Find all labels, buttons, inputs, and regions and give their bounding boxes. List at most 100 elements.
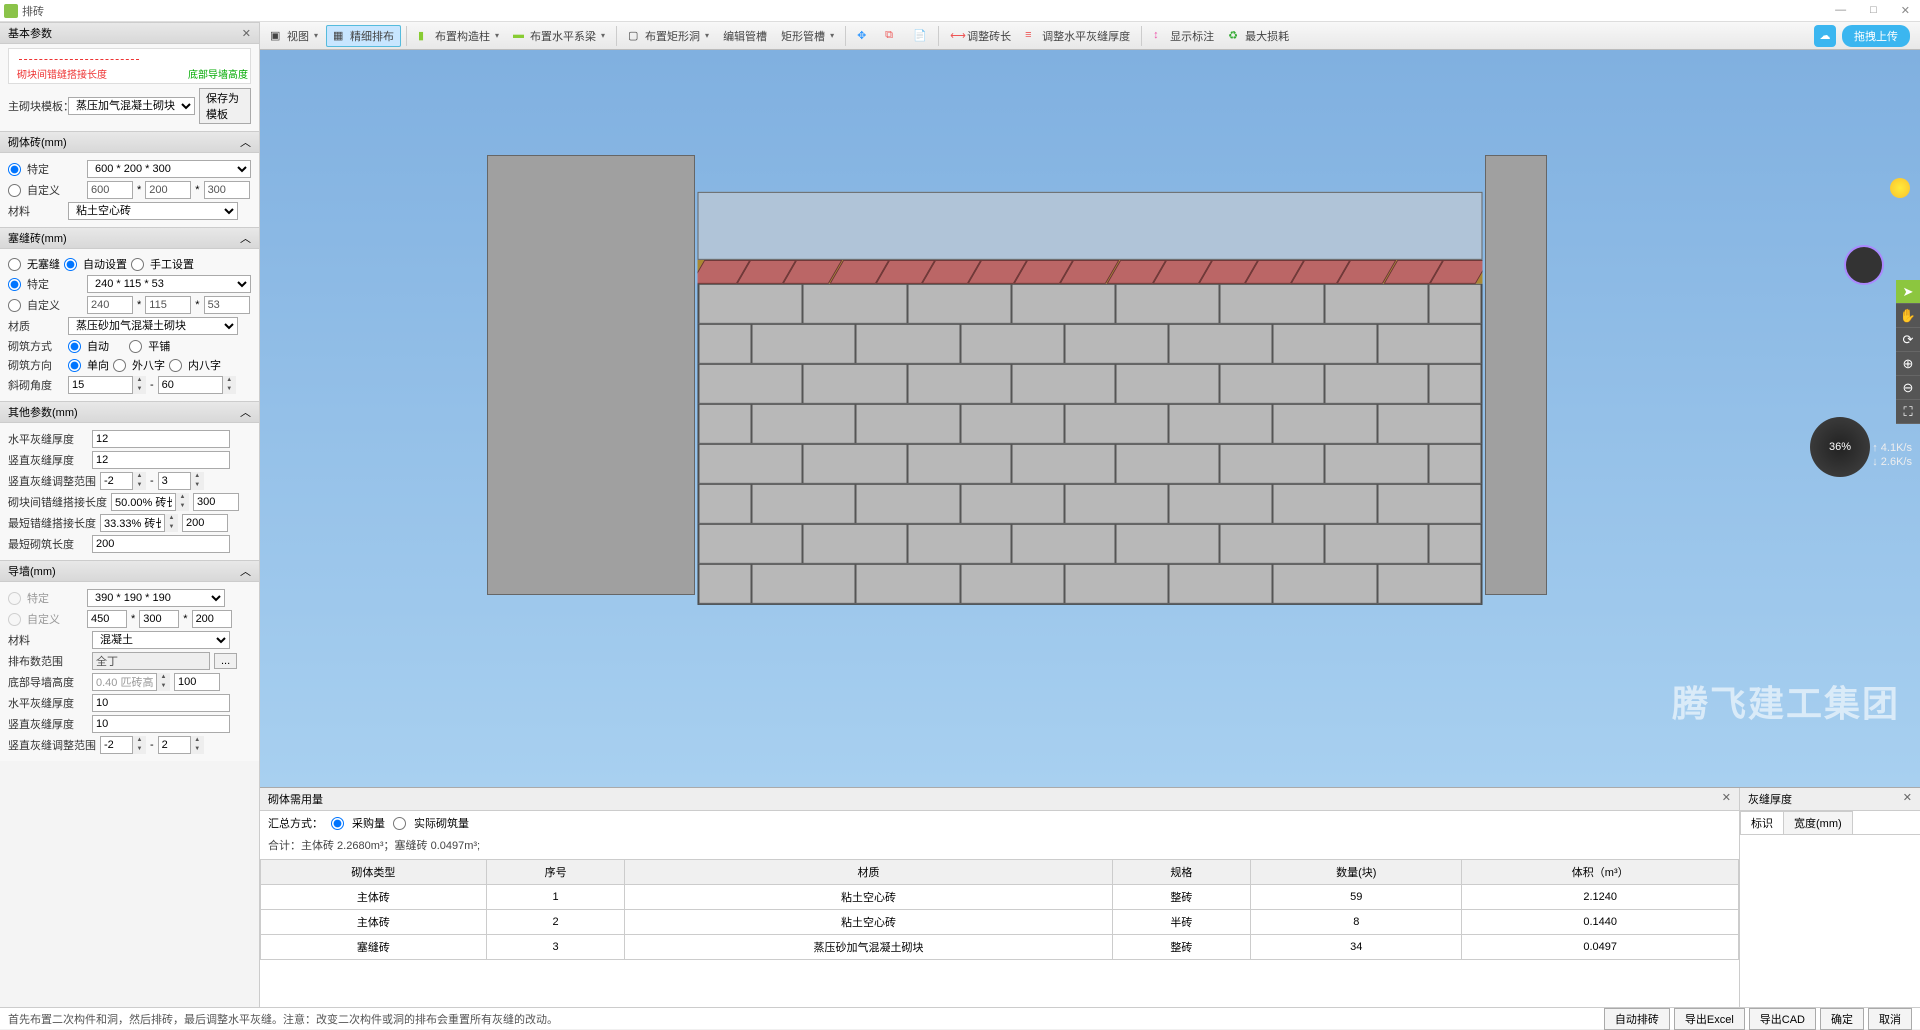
fill-specific-select[interactable]: 240 * 115 * 53	[87, 275, 251, 293]
guide-layout-browse[interactable]: ...	[214, 653, 237, 669]
fit-tool[interactable]: ⛶	[1896, 400, 1920, 424]
brick-h-input[interactable]	[145, 181, 191, 199]
show-mark-button[interactable]: ↕显示标注	[1147, 26, 1220, 46]
fill-w-input[interactable]	[87, 296, 133, 314]
vjoint-input[interactable]	[92, 451, 230, 469]
sum-buy-radio[interactable]	[331, 817, 344, 830]
total-line: 合计：主体砖 2.2680m³；塞缝砖 0.0497m³;	[260, 835, 1739, 855]
guide-h-input[interactable]	[139, 610, 179, 628]
document-icon: 📄	[913, 29, 927, 43]
guide-hjoint-input[interactable]	[92, 694, 230, 712]
meth-flat-radio[interactable]	[129, 340, 142, 353]
cancel-button[interactable]: 取消	[1868, 1008, 1912, 1030]
guide-bottomh-v[interactable]	[174, 673, 220, 691]
section-other-title: 其他参数(mm)	[8, 404, 78, 420]
main-template-select[interactable]: 蒸压加气混凝土砌块	[68, 97, 195, 115]
guide-w-input[interactable]	[87, 610, 127, 628]
pan-tool[interactable]: ✋	[1896, 304, 1920, 328]
brick-custom-radio[interactable]	[8, 184, 21, 197]
fill-h-input[interactable]	[145, 296, 191, 314]
hjoint-input[interactable]	[92, 430, 230, 448]
view-button[interactable]: ▣视图▾	[264, 26, 324, 46]
adjust-hjoint-button[interactable]: ≡调整水平灰缝厚度	[1019, 26, 1136, 46]
fine-layout-button[interactable]: ▦精细排布	[326, 25, 401, 47]
zoom-out-tool[interactable]: ⊖	[1896, 376, 1920, 400]
fill-custom-radio[interactable]	[8, 299, 21, 312]
pointer-tool[interactable]: ➤	[1896, 280, 1920, 304]
export-excel-button[interactable]: 导出Excel	[1674, 1008, 1745, 1030]
mark-icon: ↕	[1153, 29, 1167, 43]
section-basic-header[interactable]: 基本参数 ✕	[0, 22, 259, 44]
guide-d-input[interactable]	[192, 610, 232, 628]
copy-button[interactable]: ⧉	[879, 27, 905, 45]
section-other-header[interactable]: 其他参数(mm) ︿	[0, 401, 259, 423]
layout-rectopen-button[interactable]: ▢布置矩形洞▾	[622, 26, 715, 46]
save-template-button[interactable]: 保存为模板	[199, 88, 251, 124]
guide-material-select[interactable]: 混凝土	[92, 631, 230, 649]
fill-auto-label: 自动设置	[83, 256, 127, 272]
ok-button[interactable]: 确定	[1820, 1008, 1864, 1030]
bulb-icon	[1890, 178, 1910, 198]
move-button[interactable]: ✥	[851, 27, 877, 45]
table-row[interactable]: 主体砖1粘土空心砖整砖592.1240	[261, 885, 1739, 910]
window-maximize-button[interactable]: □	[1864, 4, 1883, 17]
guide-custom-radio[interactable]	[8, 613, 21, 626]
guide-vjoint-input[interactable]	[92, 715, 230, 733]
minoverlap-v-input[interactable]	[182, 514, 228, 532]
zoom-in-tool[interactable]: ⊕	[1896, 352, 1920, 376]
upload-button[interactable]: 拖拽上传	[1842, 25, 1910, 47]
fill-d-input[interactable]	[204, 296, 250, 314]
layout-column-button[interactable]: ▮布置构造柱▾	[412, 26, 505, 46]
cloud-button[interactable]: ☁	[1814, 25, 1836, 47]
meth-auto-label: 自动	[87, 338, 109, 354]
dir-in8-label: 内八字	[188, 357, 221, 373]
meth-auto-radio[interactable]	[68, 340, 81, 353]
net-labels: ↑ 4.1K/s↓ 2.6K/s	[1872, 441, 1912, 469]
rotate-tool[interactable]: ⟳	[1896, 328, 1920, 352]
table-row[interactable]: 主体砖2粘土空心砖半砖80.1440	[261, 910, 1739, 935]
brick-specific-select[interactable]: 600 * 200 * 300	[87, 160, 251, 178]
brick-specific-radio[interactable]	[8, 163, 21, 176]
delete-button[interactable]: 📄	[907, 27, 933, 45]
adjust-bricklen-button[interactable]: ⟷调整砖长	[944, 26, 1017, 46]
dir-in8-radio[interactable]	[169, 359, 182, 372]
minbuild-input[interactable]	[92, 535, 230, 553]
window-minimize-button[interactable]: —	[1829, 4, 1852, 17]
edit-tube-button[interactable]: 编辑管槽	[717, 26, 773, 46]
fill-auto-radio[interactable]	[64, 258, 77, 271]
cpu-gauge: 36%	[1810, 417, 1870, 477]
sum-method-label: 汇总方式：	[268, 815, 323, 831]
fill-specific-radio[interactable]	[8, 278, 21, 291]
chevron-up-icon: ︿	[240, 230, 251, 246]
rect-tube-button[interactable]: 矩形管槽▾	[775, 26, 840, 46]
fill-material-select[interactable]: 蒸压砂加气混凝土砌块	[68, 317, 238, 335]
section-fill-header[interactable]: 塞缝砖(mm) ︿	[0, 227, 259, 249]
brick-material-select[interactable]: 粘土空心砖	[68, 202, 238, 220]
fill-manual-radio[interactable]	[131, 258, 144, 271]
fill-none-radio[interactable]	[8, 258, 21, 271]
dir-out8-radio[interactable]	[113, 359, 126, 372]
sum-actual-radio[interactable]	[393, 817, 406, 830]
section-brick-header[interactable]: 砌体砖(mm) ︿	[0, 131, 259, 153]
minoverlap-label: 最短错缝搭接长度	[8, 515, 96, 531]
dir-single-radio[interactable]	[68, 359, 81, 372]
brick-w-input[interactable]	[87, 181, 133, 199]
close-icon[interactable]: ✕	[242, 27, 251, 40]
brick-d-input[interactable]	[204, 181, 250, 199]
max-waste-button[interactable]: ♻最大损耗	[1222, 26, 1295, 46]
section-guide-header[interactable]: 导墙(mm) ︿	[0, 560, 259, 582]
overlap-v-input[interactable]	[193, 493, 239, 511]
window-close-button[interactable]: ✕	[1895, 4, 1916, 17]
tab-width[interactable]: 宽度(mm)	[1783, 811, 1853, 834]
close-icon[interactable]: ✕	[1903, 791, 1912, 807]
guide-specific-select[interactable]: 390 * 190 * 190	[87, 589, 225, 607]
auto-layout-button[interactable]: 自动排砖	[1604, 1008, 1670, 1030]
layout-hbeam-button[interactable]: ▬布置水平系梁▾	[507, 26, 611, 46]
table-row[interactable]: 塞缝砖3蒸压砂加气混凝土砌块整砖340.0497	[261, 935, 1739, 960]
export-cad-button[interactable]: 导出CAD	[1749, 1008, 1816, 1030]
guide-layout-input[interactable]	[92, 652, 210, 670]
viewport[interactable]: ➤ ✋ ⟳ ⊕ ⊖ ⛶ 36% ↑ 4.1K/s↓ 2.6K/s 腾飞建工集团	[260, 50, 1920, 787]
guide-specific-radio[interactable]	[8, 592, 21, 605]
tab-id[interactable]: 标识	[1740, 811, 1784, 834]
close-icon[interactable]: ✕	[1722, 791, 1731, 807]
